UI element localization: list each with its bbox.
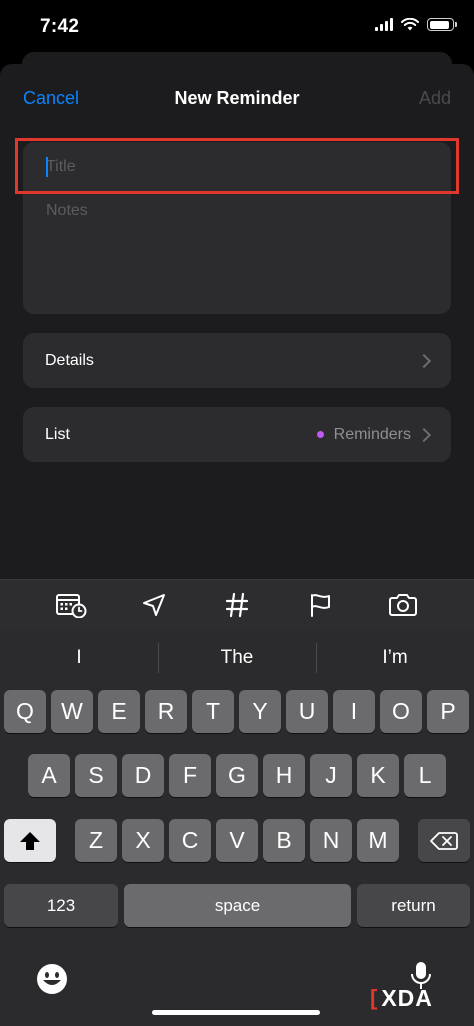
- watermark-text: XDA: [381, 984, 433, 1011]
- key-b[interactable]: B: [263, 819, 305, 862]
- list-value-text: Reminders: [333, 425, 411, 443]
- numbers-key[interactable]: 123: [4, 884, 118, 927]
- home-indicator: [152, 1010, 320, 1015]
- key-k[interactable]: K: [357, 754, 399, 797]
- title-highlight-box: [15, 138, 459, 194]
- key-z[interactable]: Z: [75, 819, 117, 862]
- key-u[interactable]: U: [286, 690, 328, 733]
- key-r[interactable]: R: [145, 690, 187, 733]
- details-row[interactable]: Details: [23, 333, 451, 388]
- status-time: 7:42: [40, 16, 80, 37]
- suggestion-1[interactable]: I: [0, 647, 158, 669]
- key-v[interactable]: V: [216, 819, 258, 862]
- hashtag-icon[interactable]: [215, 585, 259, 625]
- camera-icon[interactable]: [381, 585, 425, 625]
- page-title: New Reminder: [174, 88, 300, 108]
- key-s[interactable]: S: [75, 754, 117, 797]
- xda-watermark: [ XDA: [370, 985, 433, 1011]
- watermark-bracket: [: [370, 985, 378, 1010]
- key-e[interactable]: E: [98, 690, 140, 733]
- status-bar: 7:42: [0, 0, 474, 56]
- key-q[interactable]: Q: [4, 690, 46, 733]
- key-d[interactable]: D: [122, 754, 164, 797]
- navigation-bar: Cancel New Reminder Add: [0, 64, 474, 134]
- status-icons: [375, 18, 457, 31]
- calendar-clock-icon[interactable]: [49, 585, 93, 625]
- key-x[interactable]: X: [122, 819, 164, 862]
- details-label: Details: [45, 351, 94, 369]
- key-f[interactable]: F: [169, 754, 211, 797]
- key-i[interactable]: I: [333, 690, 375, 733]
- emoji-icon[interactable]: [35, 962, 69, 1001]
- key-h[interactable]: H: [263, 754, 305, 797]
- flag-icon[interactable]: [298, 585, 342, 625]
- wifi-icon: [401, 18, 419, 31]
- list-color-dot: [316, 431, 324, 438]
- battery-icon: [427, 18, 457, 31]
- return-key[interactable]: return: [357, 884, 470, 927]
- add-button[interactable]: Add: [419, 88, 451, 109]
- key-j[interactable]: J: [310, 754, 352, 797]
- location-arrow-icon[interactable]: [132, 585, 176, 625]
- notes-input[interactable]: [46, 202, 426, 302]
- key-p[interactable]: P: [427, 690, 469, 733]
- space-key[interactable]: space: [124, 884, 351, 927]
- key-y[interactable]: Y: [239, 690, 281, 733]
- chevron-right-icon: [416, 427, 432, 442]
- backspace-icon: [430, 831, 458, 850]
- key-w[interactable]: W: [51, 690, 93, 733]
- key-c[interactable]: C: [169, 819, 211, 862]
- suggestion-3[interactable]: I’m: [316, 643, 474, 673]
- key-o[interactable]: O: [380, 690, 422, 733]
- reminder-toolbar: [0, 579, 474, 630]
- shift-key[interactable]: [4, 819, 56, 862]
- shift-arrow-icon: [20, 831, 40, 850]
- suggestion-2[interactable]: The: [158, 643, 316, 673]
- key-a[interactable]: A: [28, 754, 70, 797]
- list-row[interactable]: List Reminders: [23, 407, 451, 462]
- battery-fill: [429, 20, 450, 29]
- chevron-right-icon: [416, 353, 432, 368]
- key-n[interactable]: N: [310, 819, 352, 862]
- list-value: Reminders: [316, 425, 411, 444]
- key-g[interactable]: G: [216, 754, 258, 797]
- list-label: List: [45, 425, 70, 443]
- cellular-signal-icon: [375, 18, 393, 31]
- keyboard: I The I’m Q W E R T Y U I O P A S D F G …: [0, 630, 474, 1026]
- key-l[interactable]: L: [404, 754, 446, 797]
- key-t[interactable]: T: [192, 690, 234, 733]
- key-m[interactable]: M: [357, 819, 399, 862]
- predictive-text-bar: I The I’m: [0, 630, 474, 686]
- delete-key[interactable]: [418, 819, 470, 862]
